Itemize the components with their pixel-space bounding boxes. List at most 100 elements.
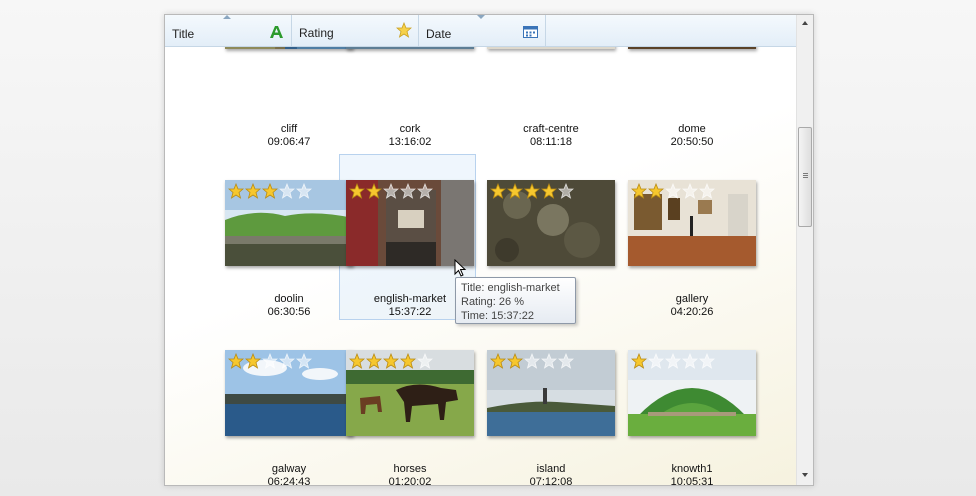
photo-thumbnail[interactable] — [628, 180, 756, 266]
empty-star-icon — [682, 183, 698, 199]
column-date[interactable]: Date — [419, 15, 546, 46]
tooltip-time: Time: 15:37:22 — [461, 310, 534, 322]
column-date-label: Date — [426, 27, 452, 41]
photo-time: 01:20:02 — [388, 476, 432, 485]
filled-star-icon — [490, 353, 506, 369]
empty-star-icon — [665, 353, 681, 369]
vertical-scrollbar[interactable] — [796, 15, 813, 485]
photo-caption: island 07:12:08 — [483, 463, 619, 485]
photo-time: 08:11:18 — [529, 136, 572, 148]
empty-star-icon — [400, 183, 416, 199]
filled-star-icon — [524, 183, 540, 199]
filled-star-icon — [631, 183, 647, 199]
sort-down-icon — [477, 15, 485, 19]
rating-stars[interactable] — [349, 183, 433, 199]
photo-time: 04:20:26 — [670, 306, 714, 318]
scroll-up-icon[interactable] — [802, 21, 808, 25]
photo-thumbnail[interactable] — [346, 350, 474, 436]
grip-line — [803, 175, 808, 176]
photo-title: dome — [678, 123, 706, 135]
empty-star-icon — [648, 353, 664, 369]
filled-star-icon — [507, 183, 523, 199]
photo-thumbnail[interactable] — [225, 350, 353, 436]
empty-star-icon — [665, 183, 681, 199]
photo-thumbnail[interactable] — [225, 180, 353, 266]
photo-title: cork — [399, 123, 421, 135]
empty-star-icon — [558, 183, 574, 199]
grip-line — [803, 177, 808, 178]
letter-a-icon — [270, 26, 283, 38]
filled-star-icon — [245, 183, 261, 199]
filled-star-icon — [541, 183, 557, 199]
rating-stars[interactable] — [228, 183, 312, 199]
photo-time: 10:05:31 — [670, 476, 714, 485]
photo-title: knowth1 — [671, 463, 713, 475]
photo-caption: gallery 04:20:26 — [624, 293, 760, 319]
photo-title: doolin — [274, 293, 304, 305]
column-rating-label: Rating — [299, 26, 334, 40]
star-icon — [396, 22, 412, 38]
filled-star-icon — [631, 353, 647, 369]
photo-time: 20:50:50 — [670, 136, 714, 148]
filled-star-icon — [366, 353, 382, 369]
filled-star-icon — [366, 183, 382, 199]
filled-star-icon — [400, 353, 416, 369]
photo-title: island — [536, 463, 566, 475]
photo-title: horses — [393, 463, 427, 475]
rating-stars[interactable] — [490, 183, 574, 199]
empty-star-icon — [524, 353, 540, 369]
empty-star-icon — [417, 353, 433, 369]
rating-stars[interactable] — [490, 353, 574, 369]
photo-caption: dome 20:50:50 — [624, 123, 760, 149]
photo-time: 06:24:43 — [267, 476, 311, 485]
photo-thumbnail[interactable] — [487, 180, 615, 266]
photo-title: craft-centre — [523, 123, 579, 135]
mouse-cursor-icon — [454, 259, 467, 277]
photo-title: cliff — [280, 123, 298, 135]
rating-stars[interactable] — [228, 353, 312, 369]
calendar-icon — [523, 26, 538, 38]
filled-star-icon — [349, 353, 365, 369]
rating-stars[interactable] — [631, 183, 715, 199]
column-title-label: Title — [172, 27, 195, 41]
filled-star-icon — [490, 183, 506, 199]
photo-title: gallery — [675, 293, 709, 305]
rating-stars[interactable] — [631, 353, 715, 369]
photo-grid: cliff 09:06:47 cork 13:16:02 craft-centre 08:… — [165, 15, 796, 485]
photo-time: 07:12:08 — [529, 476, 573, 485]
item-tooltip: Title: english-market Rating: 26 % Time:… — [455, 277, 576, 324]
tooltip-rating: Rating: 26 % — [461, 296, 524, 308]
tooltip-title: Title: english-market — [461, 282, 560, 294]
empty-star-icon — [558, 353, 574, 369]
photo-thumbnail[interactable] — [487, 350, 615, 436]
photo-caption: horses 01:20:02 — [342, 463, 478, 485]
empty-star-icon — [296, 353, 312, 369]
photo-thumbnail[interactable] — [628, 350, 756, 436]
photo-browser-window: cliff 09:06:47 cork 13:16:02 craft-centre 08:… — [164, 14, 814, 486]
column-rating[interactable]: Rating — [292, 15, 419, 46]
photo-caption: cork 13:16:02 — [342, 123, 478, 149]
filled-star-icon — [648, 183, 664, 199]
empty-star-icon — [699, 353, 715, 369]
photo-caption: galway 06:24:43 — [221, 463, 357, 485]
photo-caption: doolin 06:30:56 — [221, 293, 357, 319]
empty-star-icon — [682, 353, 698, 369]
empty-star-icon — [279, 353, 295, 369]
photo-time: 06:30:56 — [267, 306, 311, 318]
empty-star-icon — [383, 183, 399, 199]
photo-caption: craft-centre 08:11:18 — [483, 123, 619, 149]
scroll-down-icon[interactable] — [802, 473, 808, 477]
photo-time: 09:06:47 — [267, 136, 311, 148]
scrollbar-thumb[interactable] — [798, 127, 812, 227]
photo-thumbnail[interactable] — [346, 180, 474, 266]
filled-star-icon — [245, 353, 261, 369]
grip-line — [803, 173, 808, 174]
filled-star-icon — [228, 353, 244, 369]
photo-time: 13:16:02 — [388, 136, 432, 148]
rating-stars[interactable] — [349, 353, 433, 369]
column-title[interactable]: Title — [165, 15, 292, 46]
empty-star-icon — [296, 183, 312, 199]
filled-star-icon — [383, 353, 399, 369]
filled-star-icon — [507, 353, 523, 369]
sort-up-icon — [223, 15, 231, 19]
